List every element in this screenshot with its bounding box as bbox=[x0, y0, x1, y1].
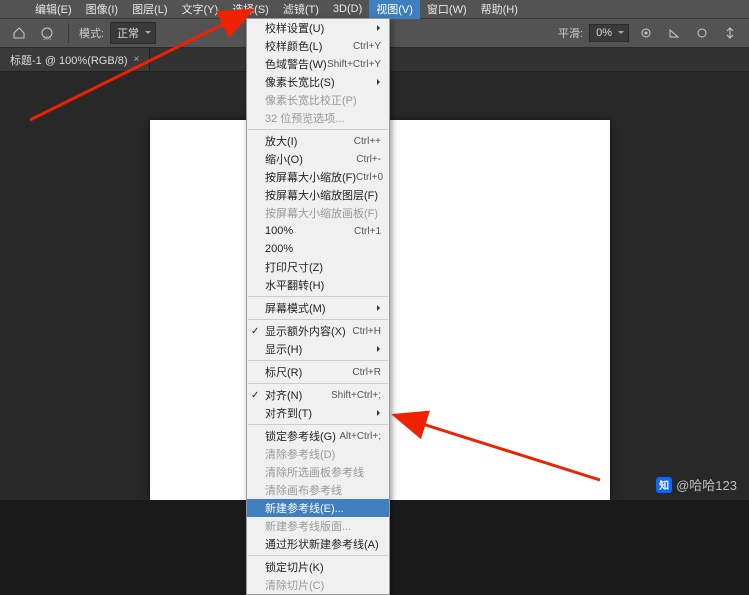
tab-title: 标题-1 @ 100%(RGB/8) bbox=[10, 52, 128, 68]
menu-item[interactable]: 像素长宽比(S) bbox=[247, 73, 389, 91]
menu-3d[interactable]: 3D(D) bbox=[326, 1, 369, 17]
menu-filter[interactable]: 滤镜(T) bbox=[276, 0, 326, 19]
menu-item[interactable]: 水平翻转(H) bbox=[247, 276, 389, 294]
tool-preset-icon[interactable]: 306 bbox=[36, 22, 58, 44]
menu-select[interactable]: 选择(S) bbox=[225, 0, 276, 19]
view-menu-dropdown: 校样设置(U)校样颜色(L)Ctrl+Y色域警告(W)Shift+Ctrl+Y像… bbox=[246, 18, 390, 595]
menu-item: 32 位预览选项... bbox=[247, 109, 389, 127]
symmetry-icon[interactable] bbox=[719, 22, 741, 44]
menu-item[interactable]: 按屏幕大小缩放(F)Ctrl+0 bbox=[247, 168, 389, 186]
flow-label: 平滑: bbox=[558, 25, 583, 41]
mode-dropdown[interactable]: 正常 bbox=[110, 22, 156, 44]
menu-item[interactable]: 放大(I)Ctrl++ bbox=[247, 132, 389, 150]
menu-item[interactable]: 打印尺寸(Z) bbox=[247, 258, 389, 276]
menu-item: 新建参考线版面... bbox=[247, 517, 389, 535]
menu-item: 按屏幕大小缩放画板(F) bbox=[247, 204, 389, 222]
document-tab[interactable]: 标题-1 @ 100%(RGB/8) × bbox=[0, 48, 150, 71]
angle-icon[interactable] bbox=[663, 22, 685, 44]
svg-text:306: 306 bbox=[43, 36, 52, 41]
mode-label: 模式: bbox=[79, 25, 104, 41]
menu-item[interactable]: 通过形状新建参考线(A) bbox=[247, 535, 389, 553]
menu-item: 清除切片(C) bbox=[247, 576, 389, 594]
menubar: 编辑(E) 图像(I) 图层(L) 文字(Y) 选择(S) 滤镜(T) 3D(D… bbox=[0, 0, 749, 18]
menu-item[interactable]: 锁定切片(K) bbox=[247, 558, 389, 576]
zhihu-logo-icon: 知 bbox=[656, 477, 672, 493]
menu-item[interactable]: 色域警告(W)Shift+Ctrl+Y bbox=[247, 55, 389, 73]
menu-item[interactable]: 标尺(R)Ctrl+R bbox=[247, 363, 389, 381]
flow-value[interactable]: 0% bbox=[589, 24, 629, 42]
menu-window[interactable]: 窗口(W) bbox=[420, 0, 474, 19]
menu-item[interactable]: 校样颜色(L)Ctrl+Y bbox=[247, 37, 389, 55]
gear-icon[interactable] bbox=[635, 22, 657, 44]
menu-help[interactable]: 帮助(H) bbox=[474, 0, 525, 19]
menu-item[interactable]: 校样设置(U) bbox=[247, 19, 389, 37]
menu-item: 像素长宽比校正(P) bbox=[247, 91, 389, 109]
menu-edit[interactable]: 编辑(E) bbox=[28, 0, 79, 19]
menu-item[interactable]: 显示(H) bbox=[247, 340, 389, 358]
menu-layer[interactable]: 图层(L) bbox=[125, 0, 174, 19]
menu-item: 清除参考线(D) bbox=[247, 445, 389, 463]
menu-item: 清除画布参考线 bbox=[247, 481, 389, 499]
menu-item[interactable]: 100%Ctrl+1 bbox=[247, 222, 389, 240]
menu-item[interactable]: 锁定参考线(G)Alt+Ctrl+; bbox=[247, 427, 389, 445]
close-icon[interactable]: × bbox=[134, 54, 140, 65]
separator bbox=[68, 23, 69, 43]
menu-image[interactable]: 图像(I) bbox=[79, 0, 125, 19]
menu-item[interactable]: ✓显示额外内容(X)Ctrl+H bbox=[247, 322, 389, 340]
menu-type[interactable]: 文字(Y) bbox=[175, 0, 226, 19]
menu-item[interactable]: 200% bbox=[247, 240, 389, 258]
menu-view[interactable]: 视图(V) bbox=[369, 0, 420, 19]
menu-item[interactable]: 按屏幕大小缩放图层(F) bbox=[247, 186, 389, 204]
menu-item[interactable]: ✓对齐(N)Shift+Ctrl+; bbox=[247, 386, 389, 404]
menu-item[interactable]: 缩小(O)Ctrl+- bbox=[247, 150, 389, 168]
watermark: 知 @哈哈123 bbox=[656, 475, 737, 494]
airbrush-icon[interactable] bbox=[691, 22, 713, 44]
menu-item: 清除所选画板参考线 bbox=[247, 463, 389, 481]
menu-item[interactable]: 对齐到(T) bbox=[247, 404, 389, 422]
tool-home-icon[interactable] bbox=[8, 22, 30, 44]
watermark-text: @哈哈123 bbox=[676, 475, 737, 494]
menu-item[interactable]: 屏幕模式(M) bbox=[247, 299, 389, 317]
menu-item[interactable]: 新建参考线(E)... bbox=[247, 499, 389, 517]
